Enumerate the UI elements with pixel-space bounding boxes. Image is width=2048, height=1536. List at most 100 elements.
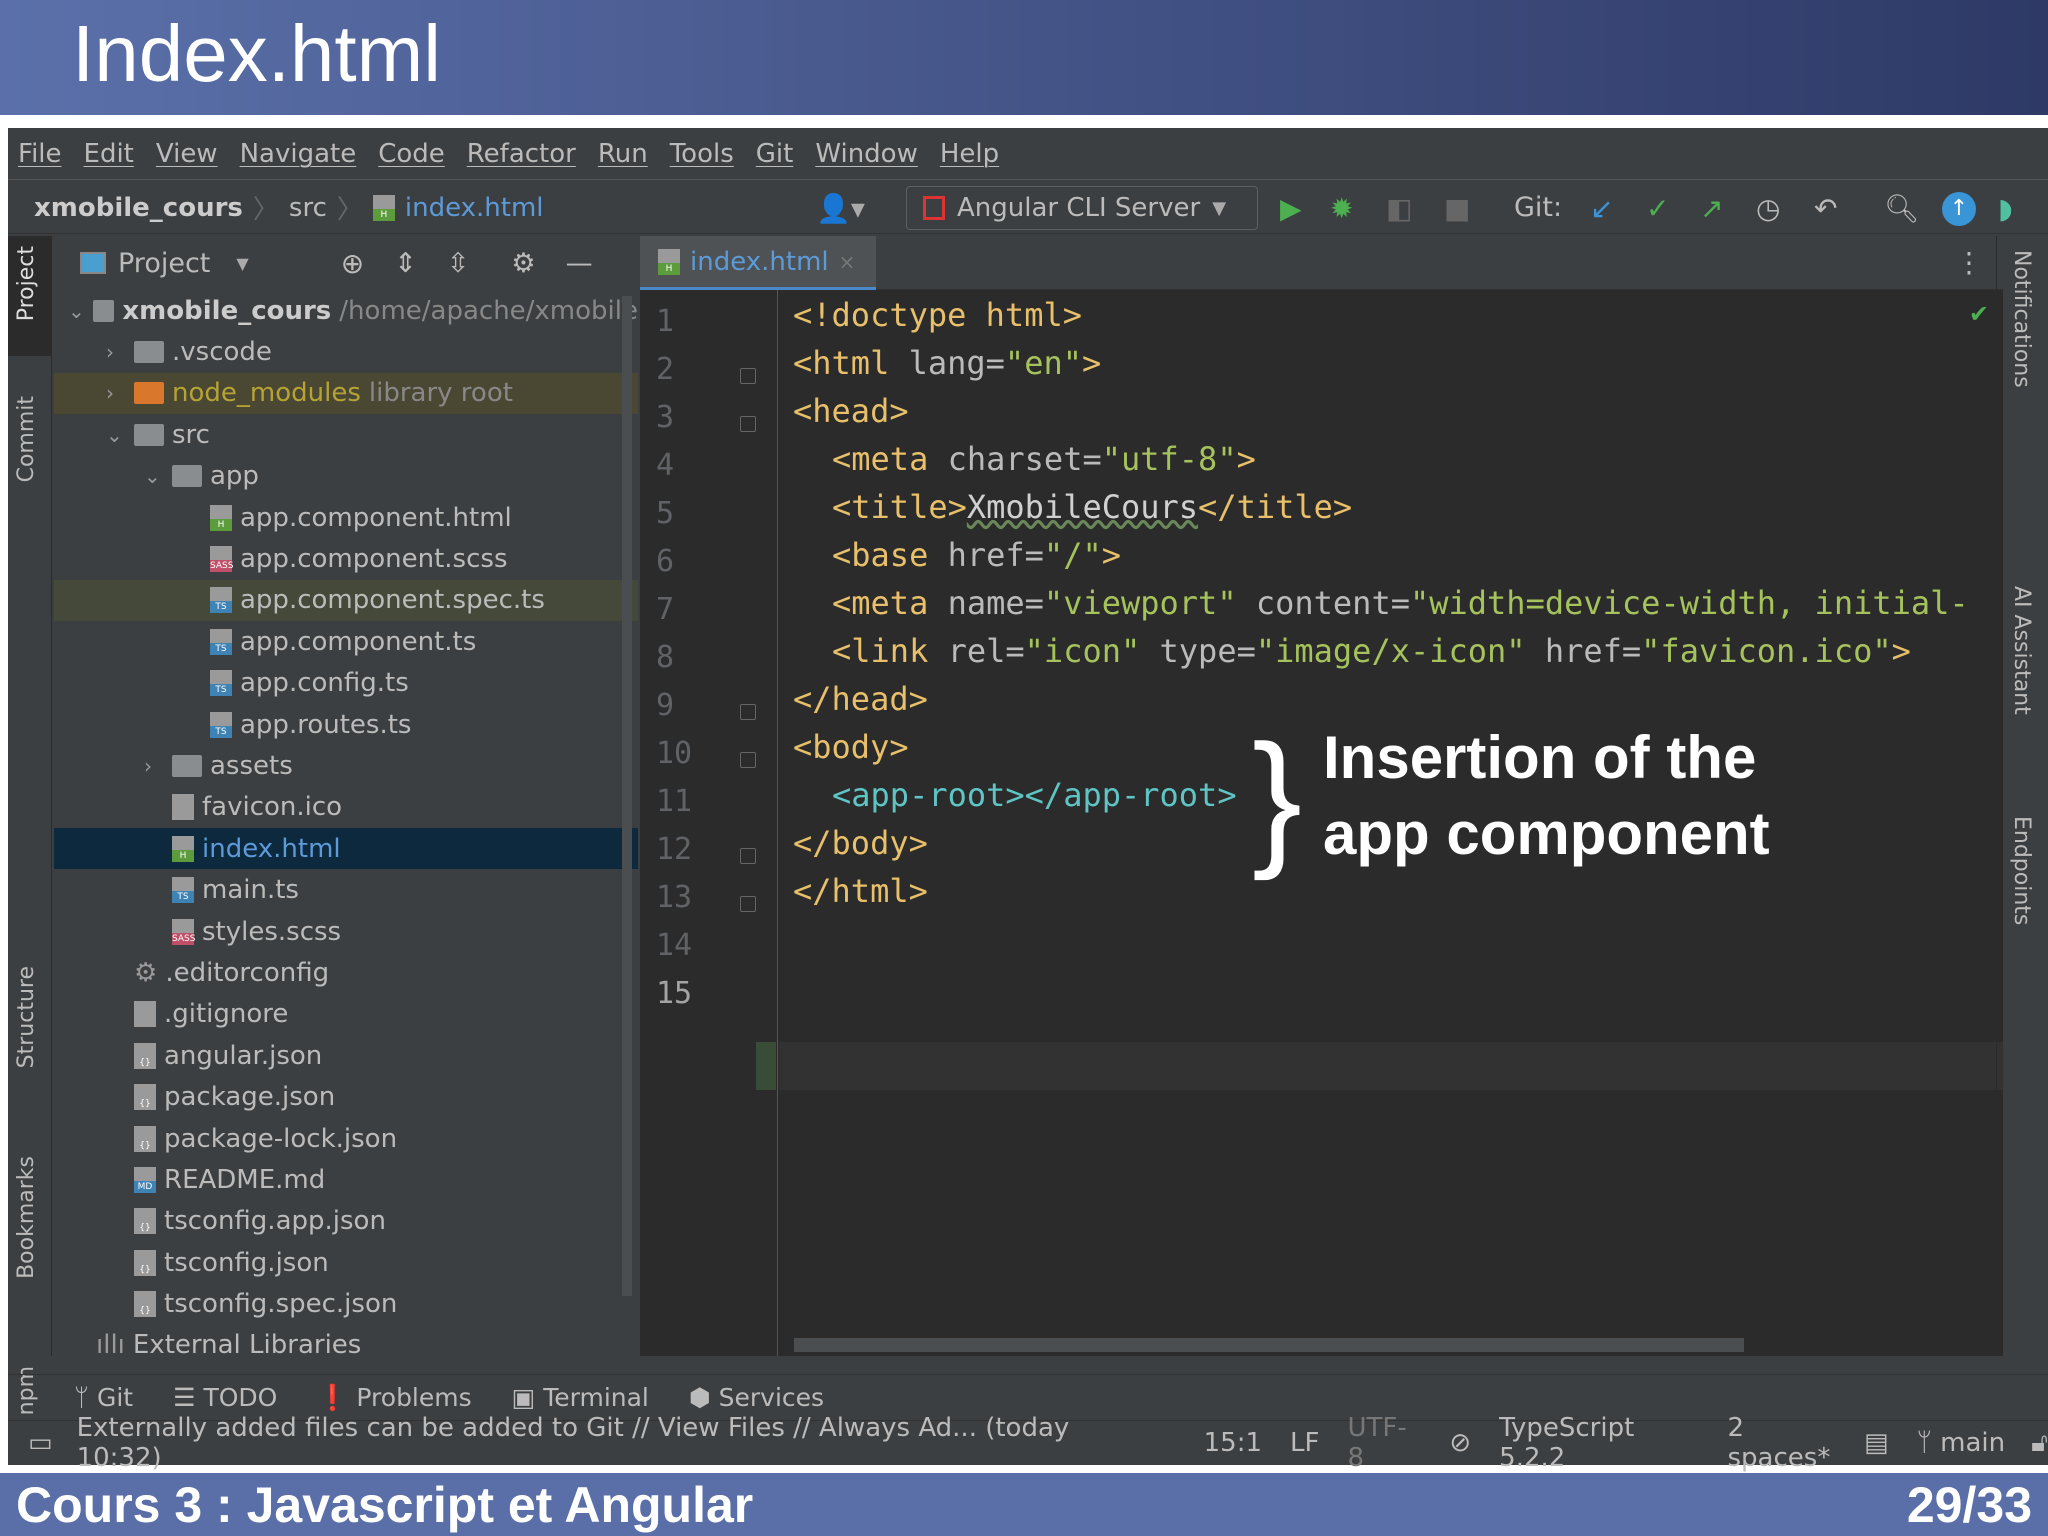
tree-item[interactable]: TS app.config.ts xyxy=(54,663,638,704)
git-branch[interactable]: main xyxy=(1940,1428,2005,1458)
menu-refactor[interactable]: Refactor xyxy=(467,139,576,169)
fold-marker-icon[interactable] xyxy=(740,752,756,768)
code-line[interactable]: <head> xyxy=(793,392,909,430)
menu-tools[interactable]: Tools xyxy=(670,139,734,169)
code-line[interactable]: </html> xyxy=(793,872,928,910)
chevron-icon[interactable]: ⌄ xyxy=(144,464,164,488)
collapse-all-icon[interactable]: ⇳ xyxy=(447,248,470,279)
tool-endpoints[interactable]: Endpoints xyxy=(2009,816,2034,925)
attach-icon[interactable]: ◧ xyxy=(1386,192,1412,225)
git-commit-icon[interactable]: ✓ xyxy=(1646,192,1669,225)
menu-view[interactable]: View xyxy=(156,139,218,169)
caret-position[interactable]: 15:1 xyxy=(1204,1428,1262,1458)
tab-todo[interactable]: ☰ TODO xyxy=(173,1383,277,1412)
tree-item[interactable]: › .vscode xyxy=(54,331,638,372)
menu-run[interactable]: Run xyxy=(598,139,648,169)
code-line[interactable]: <html lang="en"> xyxy=(793,344,1101,382)
tree-item[interactable]: TS app.component.ts xyxy=(54,621,638,662)
debug-icon[interactable]: ✹ xyxy=(1330,192,1353,225)
tree-item[interactable]: Hindex.html xyxy=(54,828,638,870)
breadcrumb-file[interactable]: index.html xyxy=(405,193,544,223)
tab-terminal[interactable]: ▣ Terminal xyxy=(512,1383,649,1412)
code-line[interactable]: <title>XmobileCours</title> xyxy=(832,488,1352,526)
menu-edit[interactable]: Edit xyxy=(84,139,134,169)
fold-marker-icon[interactable] xyxy=(740,368,756,384)
horizontal-scrollbar[interactable] xyxy=(794,1338,1744,1352)
breadcrumb-project[interactable]: xmobile_cours xyxy=(34,193,243,223)
tree-item[interactable]: {} tsconfig.app.json xyxy=(54,1201,638,1242)
json-schema-icon[interactable]: ▤ xyxy=(1864,1428,1889,1458)
inspection-ok-icon[interactable]: ✔ xyxy=(1969,300,1989,328)
tool-bookmarks[interactable]: Bookmarks xyxy=(14,1156,39,1279)
run-config-select[interactable]: Angular CLI Server ▼ xyxy=(906,186,1258,230)
user-icon[interactable]: 👤▾ xyxy=(816,192,865,225)
tree-root[interactable]: ⌄ xmobile_cours /home/apache/xmobile xyxy=(54,290,638,331)
search-icon[interactable]: 🔍︎ xyxy=(1884,192,1920,225)
encoding[interactable]: UTF-8 xyxy=(1347,1413,1421,1473)
update-icon[interactable]: ↑ xyxy=(1942,192,1976,226)
tree-item[interactable]: TS app.component.spec.ts xyxy=(54,579,638,622)
no-sync-icon[interactable]: ⊘ xyxy=(1449,1428,1471,1458)
git-update-icon[interactable]: ↙ xyxy=(1590,192,1613,225)
gear-icon[interactable]: ⚙ xyxy=(511,248,535,279)
tree-item[interactable]: {} angular.json xyxy=(54,1035,638,1076)
tab-problems[interactable]: ❗ Problems xyxy=(317,1383,471,1413)
chevron-icon[interactable]: › xyxy=(106,381,126,405)
tree-item[interactable]: TS main.ts xyxy=(54,869,638,910)
tool-notifications[interactable]: Notifications xyxy=(2009,250,2034,388)
toggle-panels-icon[interactable]: ▭ xyxy=(28,1428,53,1458)
chevron-icon[interactable]: › xyxy=(144,754,164,778)
code-line[interactable]: <body> xyxy=(793,728,909,766)
breadcrumb-folder[interactable]: src xyxy=(289,193,327,223)
rollback-icon[interactable]: ↶ xyxy=(1814,192,1837,225)
tool-ai-assistant[interactable]: AI Assistant xyxy=(2009,586,2034,715)
lock-icon[interactable]: 🔓︎ xyxy=(2031,1428,2048,1459)
tree-item[interactable]: ⌄ src xyxy=(54,414,638,455)
tree-item[interactable]: › assets xyxy=(54,745,638,786)
tool-commit[interactable]: Commit xyxy=(14,396,39,482)
fold-marker-icon[interactable] xyxy=(740,416,756,432)
tree-item[interactable]: ⌄ app xyxy=(54,456,638,497)
tree-item[interactable]: › node_modules library root xyxy=(54,372,638,415)
jetbrains-logo-icon[interactable]: ◗ xyxy=(1998,192,2013,225)
menu-help[interactable]: Help xyxy=(940,139,999,169)
history-icon[interactable]: ◷ xyxy=(1756,192,1780,225)
status-message[interactable]: Externally added files can be added to G… xyxy=(77,1413,1136,1473)
tree-item[interactable]: ıllı External Libraries xyxy=(54,1325,638,1366)
code-line[interactable]: <meta charset="utf-8"> xyxy=(832,440,1256,478)
fold-marker-icon[interactable] xyxy=(740,704,756,720)
indent-setting[interactable]: 2 spaces* xyxy=(1728,1413,1852,1473)
tool-structure[interactable]: Structure xyxy=(14,966,39,1068)
tab-index-html[interactable]: H index.html × xyxy=(640,236,876,290)
expand-all-icon[interactable]: ⇕ xyxy=(394,248,417,279)
menu-file[interactable]: File xyxy=(18,139,62,169)
code-line[interactable]: <meta name="viewport" content="width=dev… xyxy=(832,584,1969,622)
menu-code[interactable]: Code xyxy=(378,139,445,169)
tree-item[interactable]: MD README.md xyxy=(54,1159,638,1200)
line-separator[interactable]: LF xyxy=(1290,1428,1319,1458)
chevron-icon[interactable]: › xyxy=(106,340,126,364)
hide-icon[interactable]: — xyxy=(566,248,593,279)
tree-scrollbar[interactable] xyxy=(622,296,632,1296)
fold-marker-icon[interactable] xyxy=(740,896,756,912)
project-view-select[interactable]: Project xyxy=(118,248,210,279)
tab-services[interactable]: ⬢ Services xyxy=(689,1383,824,1412)
menu-git[interactable]: Git xyxy=(756,139,794,169)
git-push-icon[interactable]: ↗ xyxy=(1700,192,1723,225)
run-icon[interactable]: ▶ xyxy=(1280,192,1302,225)
chevron-down-icon[interactable]: ▼ xyxy=(236,254,248,273)
code-line[interactable]: </head> xyxy=(793,680,928,718)
tree-item[interactable]: SASS app.component.scss xyxy=(54,538,638,579)
more-icon[interactable]: ⋮ xyxy=(1955,246,1983,279)
locate-icon[interactable]: ⊕ xyxy=(341,247,364,280)
tree-item[interactable]: {} package.json xyxy=(54,1076,638,1117)
tab-git[interactable]: ᛘ Git xyxy=(74,1383,133,1412)
menu-navigate[interactable]: Navigate xyxy=(240,139,357,169)
code-line[interactable]: <link rel="icon" type="image/x-icon" hre… xyxy=(832,632,1911,670)
chevron-icon[interactable]: ⌄ xyxy=(106,423,126,447)
tree-item[interactable]: ⚙ .editorconfig xyxy=(54,952,638,993)
tree-item[interactable]: favicon.ico xyxy=(54,787,638,828)
tree-item[interactable]: .gitignore xyxy=(54,994,638,1035)
tree-item[interactable]: {} tsconfig.spec.json xyxy=(54,1283,638,1324)
tree-item[interactable]: TS app.routes.ts xyxy=(54,704,638,745)
